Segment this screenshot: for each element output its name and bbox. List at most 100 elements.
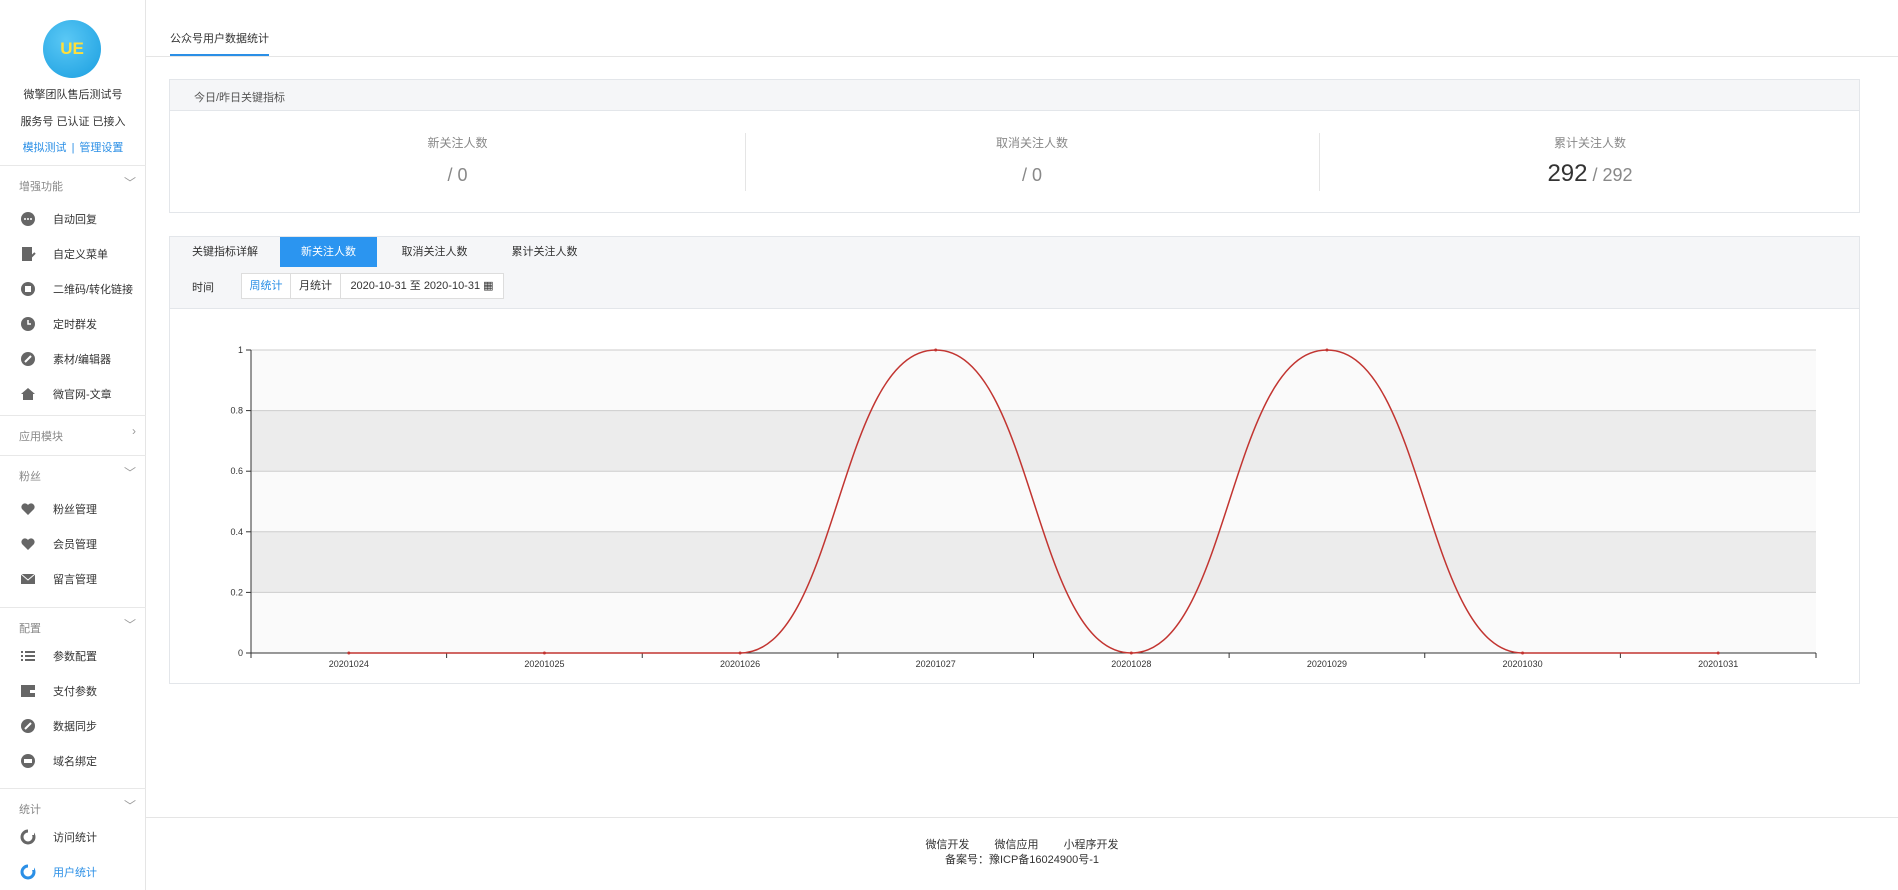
y-tick-label: 1 [238,345,243,355]
sidebar-item[interactable]: 会员管理 [0,530,146,558]
x-tick-label: 20201030 [1503,659,1543,669]
sidebar-item[interactable]: 微官网-文章 [0,380,146,408]
y-tick-label: 0.8 [230,406,243,416]
sidebar-item[interactable]: 自动回复 [0,205,146,233]
stat-yesterday: / 292 [1592,165,1633,185]
grid-band [251,350,1816,411]
sidebar-item[interactable]: 支付参数 [0,677,146,705]
refresh-icon [20,829,36,845]
y-tick-label: 0.2 [230,587,243,597]
sidebar-group-label: 应用模块 [19,431,63,443]
manage-settings-link[interactable]: 管理设置 [79,142,123,154]
grid-band [251,592,1816,653]
footer-links: 微信开发 微信应用 小程序开发 [146,836,1898,852]
sidebar-item[interactable]: 数据同步 [0,712,146,740]
link-separator: | [71,142,75,154]
monthly-stats-button[interactable]: 月统计 [290,273,341,299]
data-point [1521,651,1525,655]
sidebar-group-header[interactable]: 配置 ﹀ [0,607,146,643]
grid-band [251,531,1816,593]
data-point [347,651,351,655]
data-point [934,348,938,352]
sidebar-group-header[interactable]: 统计 ﹀ [0,788,146,824]
stat-new-follow: 新关注人数 / 0 [170,112,745,214]
icp-number: 备案号：豫ICP备16024900号-1 [944,854,1100,866]
footer-link[interactable]: 微信应用 [995,839,1039,851]
sidebar-item[interactable]: 粉丝管理 [0,495,146,523]
qrcode-icon [20,281,36,297]
refresh-active-icon [20,864,36,880]
chevron-icon: ﹀ [123,176,136,190]
x-tick-label: 20201024 [329,659,369,669]
chevron-icon: ﹀ [123,618,136,632]
y-tick-label: 0.6 [230,466,243,476]
key-metrics-title: 今日/昨日关键指标 [170,80,1859,111]
tab-total-follow[interactable]: 累计关注人数 [492,237,597,267]
sidebar-group-header[interactable]: 增强功能 ﹀ [0,165,146,201]
chevron-icon: ﹀ [123,799,136,813]
stat-today: 292 [1547,160,1588,187]
tab-new-follow[interactable]: 新关注人数 [280,237,377,267]
footer-link[interactable]: 微信开发 [925,839,969,851]
sidebar-item-label: 访问统计 [53,832,97,844]
sidebar-group-header[interactable]: 粉丝 ﹀ [0,455,146,491]
clock-send-icon [20,316,36,332]
list-icon [20,648,36,664]
x-tick-label: 20201029 [1307,659,1347,669]
sidebar-item[interactable]: 用户统计 [0,858,146,886]
weekly-stats-button[interactable]: 周统计 [241,273,291,299]
data-point [738,651,742,655]
tab-user-stats[interactable]: 公众号用户数据统计 [170,30,269,56]
date-range-picker[interactable]: 2020-10-31 至 2020-10-31 ▦ [340,273,504,299]
pencil-icon [20,351,36,367]
sidebar-item-label: 素材/编辑器 [53,354,112,366]
y-tick-label: 0 [238,648,243,658]
stat-yesterday: / 0 [1021,165,1042,185]
footer-link[interactable]: 小程序开发 [1064,839,1119,851]
chevron-icon: ﹀ [123,466,136,480]
data-point [1325,348,1329,352]
heart-user-icon [20,501,36,517]
sidebar-item-label: 定时群发 [53,319,97,331]
heart-icon [20,536,36,552]
x-tick-label: 20201031 [1698,659,1738,669]
chat-bubble-icon [20,211,36,227]
sidebar-item-label: 自定义菜单 [53,249,108,261]
stat-label: 新关注人数 [427,136,488,150]
sidebar-item[interactable]: 定时群发 [0,310,146,338]
simulate-test-link[interactable]: 模拟测试 [23,142,67,154]
account-type: 服务号 已认证 已接入 [20,116,126,128]
stat-value: / 0 [170,160,745,188]
sidebar-item[interactable]: 二维码/转化链接 [0,275,146,303]
sidebar-item[interactable]: 留言管理 [0,565,146,593]
sidebar-item-label: 参数配置 [53,651,97,663]
sidebar-item[interactable]: 参数配置 [0,642,146,670]
date-range-text: 2020-10-31 至 2020-10-31 [350,280,481,292]
tab-unfollow[interactable]: 取消关注人数 [377,237,492,267]
sidebar-item-label: 粉丝管理 [53,504,97,516]
sidebar: UE 微擎团队售后测试号 服务号 已认证 已接入 模拟测试 | 管理设置 增强功能 ﹀… [0,0,146,890]
detail-panel: 关键指标详解 新关注人数 取消关注人数 累计关注人数 时间 周统计 月统计 20… [169,236,1860,684]
sidebar-group-header[interactable]: 应用模块 › [0,415,146,451]
sidebar-item[interactable]: 自定义菜单 [0,240,146,268]
sidebar-item[interactable]: 域名绑定 [0,747,146,775]
data-point [1129,651,1133,655]
envelope-icon [20,571,36,587]
data-point [542,651,546,655]
sidebar-item-label: 会员管理 [53,539,97,551]
sidebar-item-label: 用户统计 [53,867,97,879]
sidebar-item[interactable]: 素材/编辑器 [0,345,146,373]
stat-unfollow: 取消关注人数 / 0 [745,112,1319,214]
y-tick-label: 0.4 [230,527,243,537]
sidebar-item-label: 留言管理 [53,574,97,586]
stat-total-follow: 累计关注人数 292 / 292 [1319,112,1861,214]
domain-icon [20,753,36,769]
tab-key-metrics[interactable]: 关键指标详解 [170,237,280,267]
stat-label: 取消关注人数 [995,136,1068,150]
sidebar-item-label: 微官网-文章 [53,389,112,401]
chevron-icon: › [132,424,136,438]
stat-label: 累计关注人数 [1553,136,1626,150]
sidebar-item[interactable]: 访问统计 [0,823,146,851]
sidebar-group-label: 增强功能 [19,181,63,193]
detail-controls: 关键指标详解 新关注人数 取消关注人数 累计关注人数 时间 周统计 月统计 20… [170,237,1859,309]
